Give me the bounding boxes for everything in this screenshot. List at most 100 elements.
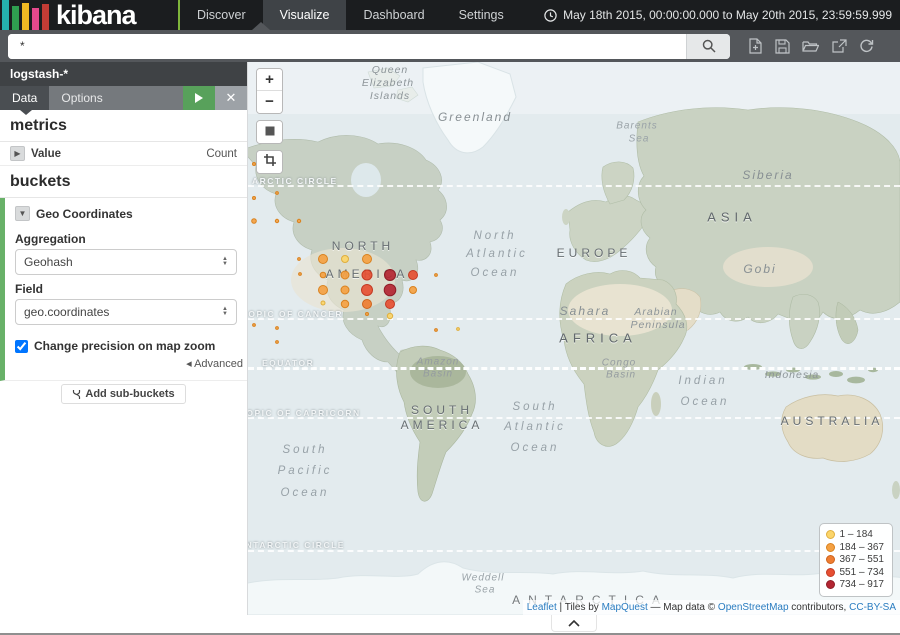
discard-changes-button[interactable]: ✕ bbox=[215, 86, 247, 110]
geohash-bucket-circle[interactable] bbox=[276, 327, 279, 330]
nav-item-settings[interactable]: Settings bbox=[442, 0, 521, 30]
time-picker[interactable]: May 18th 2015, 00:00:00.000 to May 20th … bbox=[544, 0, 900, 30]
bucket-head[interactable]: ▼ Geo Coordinates bbox=[5, 206, 247, 225]
geohash-bucket-circle[interactable] bbox=[342, 256, 349, 263]
select-stepper-icon: ▲▼ bbox=[222, 307, 228, 317]
attribution-link[interactable]: CC-BY-SA bbox=[849, 602, 896, 613]
geohash-bucket-circle[interactable] bbox=[276, 341, 279, 344]
fit-data-bounds-button[interactable] bbox=[257, 121, 282, 143]
map-legend: 1 – 184184 – 367367 – 551551 – 734734 – … bbox=[819, 523, 894, 598]
draw-rectangle-button[interactable] bbox=[257, 151, 282, 173]
play-icon bbox=[194, 92, 204, 104]
top-navbar: kibana DiscoverVisualizeDashboardSetting… bbox=[0, 0, 900, 30]
index-pattern-label: logstash-* bbox=[0, 62, 247, 86]
new-visualization-button[interactable] bbox=[748, 38, 763, 54]
zoom-in-button[interactable]: + bbox=[257, 69, 282, 91]
geohash-bucket-circle[interactable] bbox=[362, 285, 373, 296]
nav-item-visualize[interactable]: Visualize bbox=[263, 0, 347, 30]
open-visualization-button[interactable] bbox=[802, 38, 819, 54]
apply-changes-button[interactable] bbox=[183, 86, 215, 110]
add-sub-buckets-label: Add sub-buckets bbox=[85, 388, 174, 400]
attribution-link[interactable]: Leaflet bbox=[527, 602, 557, 613]
geohash-bucket-circle[interactable] bbox=[276, 192, 279, 195]
bucket-group-geo: ▼ Geo Coordinates Aggregation Geohash ▲▼… bbox=[0, 198, 247, 381]
geohash-bucket-circle[interactable] bbox=[409, 271, 418, 280]
fork-icon bbox=[72, 389, 81, 400]
aggregation-select[interactable]: Geohash ▲▼ bbox=[15, 249, 237, 275]
nav-item-dashboard[interactable]: Dashboard bbox=[346, 0, 441, 30]
geohash-bucket-circle[interactable] bbox=[457, 328, 460, 331]
geohash-bucket-circle[interactable] bbox=[320, 272, 326, 278]
geohash-bucket-circle[interactable] bbox=[363, 255, 372, 264]
kibana-app: kibana DiscoverVisualizeDashboardSetting… bbox=[0, 0, 900, 635]
geohash-bucket-circle[interactable] bbox=[319, 255, 328, 264]
geohash-bucket-circle[interactable] bbox=[275, 219, 278, 222]
geohash-bucket-circle[interactable] bbox=[253, 197, 256, 200]
zoom-out-button[interactable]: − bbox=[257, 91, 282, 113]
search-input-group bbox=[8, 34, 730, 59]
legend-row: 1 – 184 bbox=[826, 529, 885, 542]
metric-row-value[interactable]: ▶ Value Count bbox=[0, 142, 247, 166]
geohash-bucket-circle[interactable] bbox=[435, 329, 438, 332]
search-button[interactable] bbox=[686, 34, 730, 59]
kibana-logo[interactable]: kibana bbox=[0, 0, 178, 30]
fit-bounds-icon bbox=[265, 126, 275, 136]
select-stepper-icon: ▲▼ bbox=[222, 257, 228, 267]
legend-row: 734 – 917 bbox=[826, 579, 885, 592]
geohash-bucket-circle[interactable] bbox=[253, 324, 256, 327]
geohash-bucket-circle[interactable] bbox=[319, 286, 328, 295]
nav-item-discover[interactable]: Discover bbox=[180, 0, 263, 30]
logo-stripes-icon bbox=[2, 0, 52, 30]
geohash-bucket-circle[interactable] bbox=[362, 270, 372, 280]
geohash-bucket-circle[interactable] bbox=[410, 287, 417, 294]
share-visualization-button[interactable] bbox=[832, 38, 847, 54]
attribution-text: contributors, bbox=[789, 602, 850, 613]
legend-color-dot bbox=[826, 543, 835, 552]
geohash-bucket-circle[interactable] bbox=[341, 286, 349, 294]
attribution-link[interactable]: MapQuest bbox=[602, 602, 648, 613]
legend-row: 367 – 551 bbox=[826, 554, 885, 567]
toolbar bbox=[730, 38, 892, 54]
advanced-link[interactable]: ◂ Advanced bbox=[5, 353, 247, 378]
export-arrow-icon bbox=[832, 39, 847, 54]
tab-data[interactable]: Data bbox=[0, 86, 49, 110]
field-select[interactable]: geo.coordinates ▲▼ bbox=[15, 299, 237, 325]
time-range-label: May 18th 2015, 00:00:00.000 to May 20th … bbox=[563, 8, 892, 22]
legend-range-label: 734 – 917 bbox=[840, 579, 885, 590]
geohash-bucket-circle[interactable] bbox=[298, 258, 301, 261]
geohash-bucket-circle[interactable] bbox=[363, 300, 372, 309]
vis-editor-sidebar: logstash-* Data Options ✕ metrics ▶ Valu… bbox=[0, 62, 248, 615]
crop-icon bbox=[264, 154, 276, 166]
geohash-bucket-circle[interactable] bbox=[341, 300, 348, 307]
geohash-bucket-circle[interactable] bbox=[366, 313, 369, 316]
geohash-bucket-circle[interactable] bbox=[297, 219, 300, 222]
collapse-editor-button[interactable] bbox=[551, 615, 597, 632]
legend-range-label: 1 – 184 bbox=[840, 529, 873, 540]
geohash-bucket-circle[interactable] bbox=[341, 271, 349, 279]
geohash-bucket-circle[interactable] bbox=[435, 274, 438, 277]
geohash-bucket-circle[interactable] bbox=[387, 313, 392, 318]
precision-checkbox[interactable] bbox=[15, 340, 28, 353]
tab-options[interactable]: Options bbox=[49, 86, 114, 110]
query-bar bbox=[0, 30, 900, 62]
map-attribution: Leaflet | Tiles by MapQuest — Map data ©… bbox=[523, 600, 900, 615]
refresh-button[interactable] bbox=[859, 38, 874, 54]
attribution-link[interactable]: OpenStreetMap bbox=[718, 602, 789, 613]
precision-row: Change precision on map zoom bbox=[15, 339, 237, 353]
geohash-bucket-circle[interactable] bbox=[252, 219, 257, 224]
geohash-bucket-circle[interactable] bbox=[386, 300, 395, 309]
save-visualization-button[interactable] bbox=[775, 38, 790, 54]
main-nav: DiscoverVisualizeDashboardSettings bbox=[180, 0, 521, 30]
query-input[interactable] bbox=[8, 34, 686, 59]
geohash-bucket-circle[interactable] bbox=[385, 270, 396, 281]
legend-color-dot bbox=[826, 568, 835, 577]
collapse-bucket-icon[interactable]: ▼ bbox=[15, 206, 30, 221]
tile-map[interactable]: QueenElizabethIslandsGreenlandBarentsSea… bbox=[248, 62, 900, 615]
geohash-bucket-circle[interactable] bbox=[321, 301, 325, 305]
add-sub-buckets-button[interactable]: Add sub-buckets bbox=[61, 384, 185, 404]
geohash-bucket-circle[interactable] bbox=[299, 273, 302, 276]
expand-metric-icon[interactable]: ▶ bbox=[10, 146, 25, 161]
geohash-bucket-circle[interactable] bbox=[384, 284, 396, 296]
new-document-icon bbox=[748, 38, 763, 54]
bucket-title: Geo Coordinates bbox=[36, 207, 133, 221]
